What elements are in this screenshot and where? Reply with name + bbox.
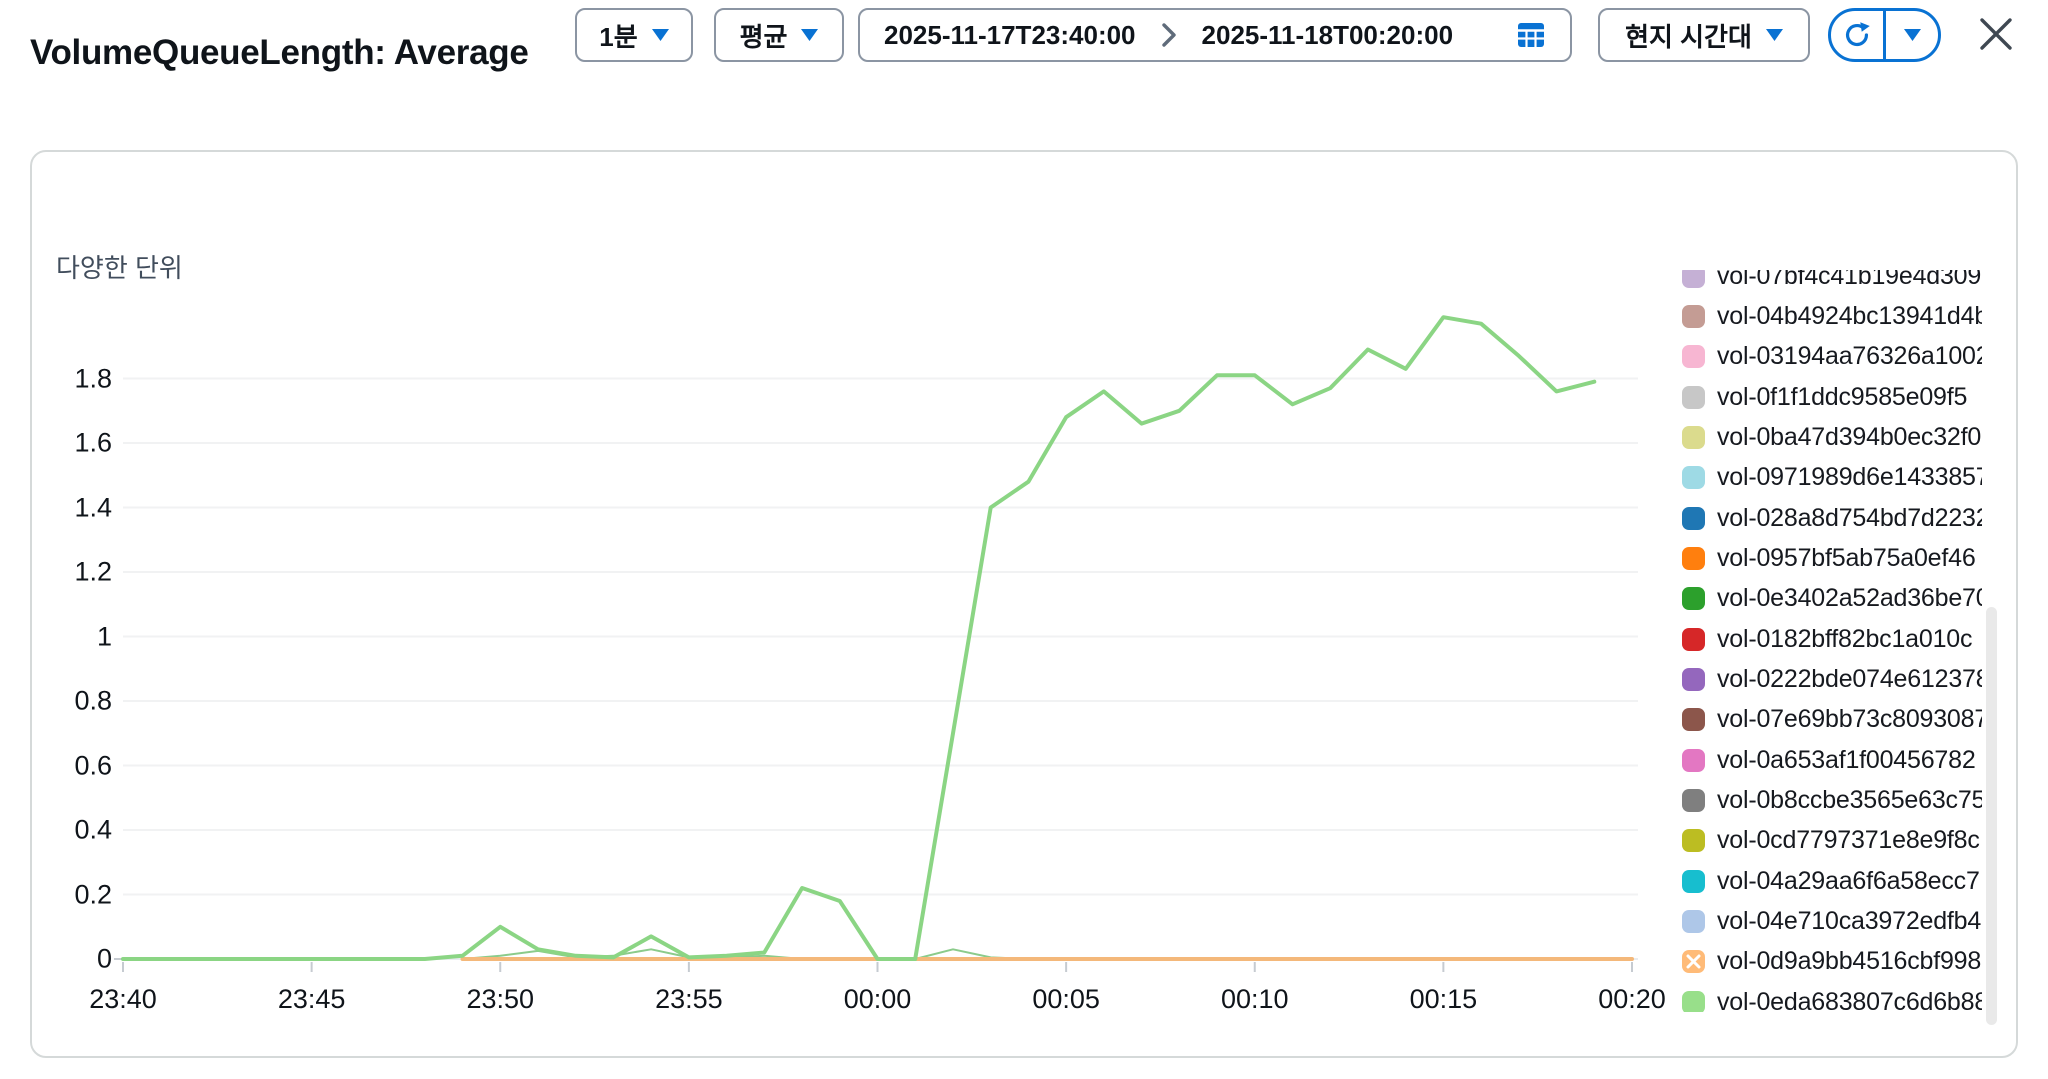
chart-legend: vol-07bf4c41b19e4d309 vol-04b4924bc13941d… [1682, 270, 1982, 1012]
legend-item[interactable]: vol-04e710ca3972edfb4 [1682, 902, 1981, 942]
y-tick-label: 0.2 [74, 879, 112, 909]
legend-swatch [1682, 270, 1705, 288]
x-tick-label: 00:00 [843, 984, 912, 1014]
legend-swatch [1682, 910, 1705, 934]
legend-item-label: vol-0222bde074e612378 [1717, 665, 1982, 693]
legend-item-label: vol-0182bff82bc1a010c [1717, 624, 1973, 653]
x-tick-label: 23:40 [89, 984, 157, 1014]
legend-item-label: vol-0d9a9bb4516cbf998 [1717, 947, 1982, 976]
legend-item[interactable]: vol-0d9a9bb4516cbf998 [1682, 942, 1981, 982]
legend-item[interactable]: vol-0957bf5ab75a0ef46 [1682, 538, 1976, 578]
legend-swatch [1682, 385, 1705, 409]
legend-item-label: vol-0ba47d394b0ec32f0 [1717, 422, 1982, 451]
y-tick-label: 0 [96, 943, 112, 974]
legend-item[interactable]: vol-028a8d754bd7d2232 [1682, 498, 1982, 538]
legend-swatch [1682, 466, 1705, 490]
legend-item-label: vol-04e710ca3972edfb4 [1717, 907, 1982, 936]
legend-item-label: vol-0a653af1f00456782 [1717, 745, 1976, 774]
x-tick-label: 00:20 [1598, 984, 1666, 1014]
legend-item[interactable]: vol-0b8ccbe3565e63c75 [1682, 781, 1982, 821]
legend-item-label: vol-0957bf5ab75a0ef46 [1717, 543, 1976, 572]
y-tick-label: 0.6 [74, 750, 112, 780]
x-tick-label: 23:55 [655, 984, 723, 1014]
legend-item[interactable]: vol-0cd7797371e8e9f8c [1682, 821, 1980, 861]
legend-swatch [1682, 506, 1705, 530]
y-tick-label: 1.4 [74, 492, 112, 522]
legend-item[interactable]: vol-04b4924bc13941d4b [1682, 296, 1982, 336]
legend-item[interactable]: vol-0f1f1ddc9585e09f5 [1682, 377, 1967, 417]
legend-item[interactable]: vol-07bf4c41b19e4d309 [1682, 270, 1981, 296]
legend-item[interactable]: vol-0e3402a52ad36be70 [1682, 579, 1982, 619]
legend-item-label: vol-04a29aa6f6a58ecc7 [1717, 866, 1980, 895]
legend-item-label: vol-0cd7797371e8e9f8c [1717, 826, 1980, 855]
legend-scrollbar[interactable] [1986, 607, 1997, 1025]
legend-item-label: vol-07e69bb73c8093087 [1717, 705, 1982, 734]
y-tick-label: 1 [96, 621, 112, 651]
legend-item-label: vol-028a8d754bd7d2232 [1717, 503, 1982, 532]
series-line-vol-0eda683807c6d6b88 [121, 315, 1597, 961]
legend-item[interactable]: vol-0971989d6e1433857 [1682, 458, 1982, 498]
legend-item[interactable]: vol-0222bde074e612378 [1682, 660, 1982, 700]
legend-item[interactable]: vol-0a653af1f00456782 [1682, 740, 1976, 780]
y-tick-label: 1.2 [74, 556, 112, 587]
legend-item[interactable]: vol-0ba47d394b0ec32f0 [1682, 417, 1981, 457]
x-tick-label: 23:50 [466, 984, 535, 1014]
x-tick-label: 00:15 [1409, 984, 1478, 1014]
x-marker-icon [1686, 954, 1701, 969]
legend-swatch [1682, 587, 1705, 611]
y-tick-label: 1.8 [74, 363, 112, 393]
legend-swatch [1682, 668, 1705, 691]
legend-swatch [1682, 627, 1705, 651]
legend-item-label: vol-0971989d6e1433857 [1717, 463, 1982, 492]
legend-swatch [1682, 950, 1705, 974]
y-tick-label: 0.8 [74, 685, 112, 716]
legend-swatch [1682, 869, 1705, 893]
legend-swatch [1682, 829, 1705, 853]
legend-swatch [1682, 708, 1705, 732]
legend-swatch [1682, 546, 1705, 570]
legend-swatch [1682, 425, 1705, 449]
x-tick-label: 00:05 [1032, 984, 1100, 1014]
legend-swatch [1682, 789, 1705, 813]
legend-swatch [1682, 748, 1705, 772]
legend-item-label: vol-04b4924bc13941d4b [1717, 301, 1982, 330]
legend-item-label: vol-0b8ccbe3565e63c75 [1717, 786, 1982, 815]
legend-item[interactable]: vol-07e69bb73c8093087 [1682, 700, 1982, 740]
x-tick-label: 00:10 [1220, 984, 1289, 1014]
legend-item-label: vol-0e3402a52ad36be70 [1717, 584, 1982, 613]
legend-item[interactable]: vol-04a29aa6f6a58ecc7 [1682, 861, 1980, 901]
legend-item-label: vol-0eda683807c6d6b88 [1717, 987, 1982, 1012]
legend-item-label: vol-07bf4c41b19e4d309 [1717, 270, 1982, 290]
legend-swatch [1682, 304, 1705, 328]
y-tick-label: 1.6 [74, 427, 112, 458]
legend-item-label: vol-03194aa76326a1002 [1717, 342, 1982, 371]
cloudwatch-metric-page: { "header": { "title": "VolumeQueueLengt… [0, 0, 2048, 1079]
legend-swatch [1682, 990, 1705, 1012]
legend-item[interactable]: vol-0182bff82bc1a010c [1682, 619, 1972, 659]
legend-swatch [1682, 345, 1705, 369]
y-tick-label: 0.4 [74, 814, 112, 845]
legend-item[interactable]: vol-03194aa76326a1002 [1682, 337, 1982, 377]
x-tick-label: 23:45 [277, 984, 346, 1014]
legend-item-label: vol-0f1f1ddc9585e09f5 [1717, 382, 1968, 411]
legend-item[interactable]: vol-0eda683807c6d6b88 [1682, 982, 1982, 1012]
